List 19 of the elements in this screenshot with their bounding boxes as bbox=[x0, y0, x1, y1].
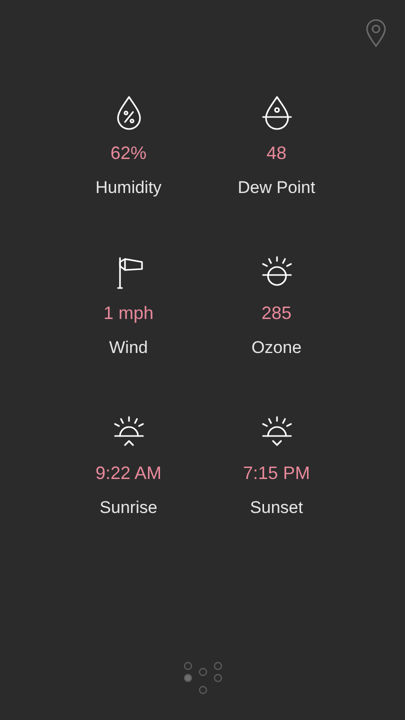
reading-label: Wind bbox=[109, 337, 148, 359]
page-dot[interactable] bbox=[183, 674, 192, 682]
reading-label: Sunset bbox=[250, 497, 303, 519]
page-dot[interactable] bbox=[183, 662, 192, 670]
page-dot[interactable] bbox=[198, 668, 207, 676]
page-dot[interactable] bbox=[213, 662, 222, 670]
reading-value: 62% bbox=[110, 142, 147, 165]
reading-label: Dew Point bbox=[238, 177, 316, 199]
page-dot[interactable] bbox=[213, 674, 222, 682]
reading-value: 9:22 AM bbox=[95, 462, 162, 485]
reading-label: Sunrise bbox=[100, 497, 158, 519]
location-pin-icon[interactable] bbox=[365, 18, 387, 48]
reading-value: 7:15 PM bbox=[242, 462, 310, 485]
page-dot[interactable] bbox=[198, 686, 207, 694]
reading-value: 48 bbox=[266, 142, 287, 165]
reading-value: 1 mph bbox=[103, 302, 154, 325]
reading-label: Humidity bbox=[95, 177, 162, 199]
reading-value: 285 bbox=[261, 302, 292, 325]
reading-label: Ozone bbox=[251, 337, 302, 359]
